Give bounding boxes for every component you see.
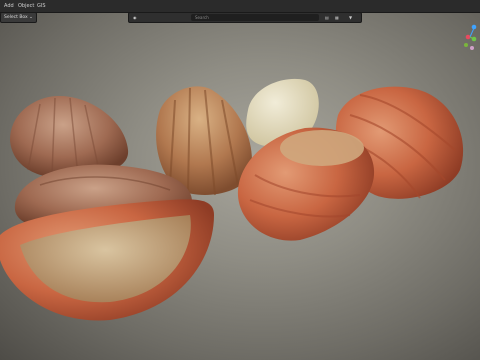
navigation-gizmo[interactable] [462, 22, 478, 52]
viewport-header: ◉ Global ⊕ ⚲ Search ▤ ▦ ▼ [128, 12, 362, 23]
filter-icon[interactable]: ▼ [349, 14, 352, 21]
3d-viewport[interactable]: Add Object GIS Select Box ⌄ ◉ Global ⊕ ⚲… [0, 0, 480, 360]
blender-window: Add Object GIS Select Box ⌄ ◉ Global ⊕ ⚲… [0, 0, 480, 360]
overlay-icon[interactable]: ▦ [335, 14, 339, 21]
menu-gis[interactable]: GIS [37, 1, 46, 11]
menu-object[interactable]: Object [18, 1, 34, 11]
select-box-dropdown[interactable]: Select Box ⌄ [0, 12, 37, 23]
hazelnut-render [0, 78, 464, 321]
search-input[interactable]: Search [191, 14, 319, 21]
view-layer-icon[interactable]: ▤ [325, 14, 329, 21]
mode-icon[interactable]: ◉ [133, 14, 137, 21]
menu-add[interactable]: Add [4, 1, 14, 11]
